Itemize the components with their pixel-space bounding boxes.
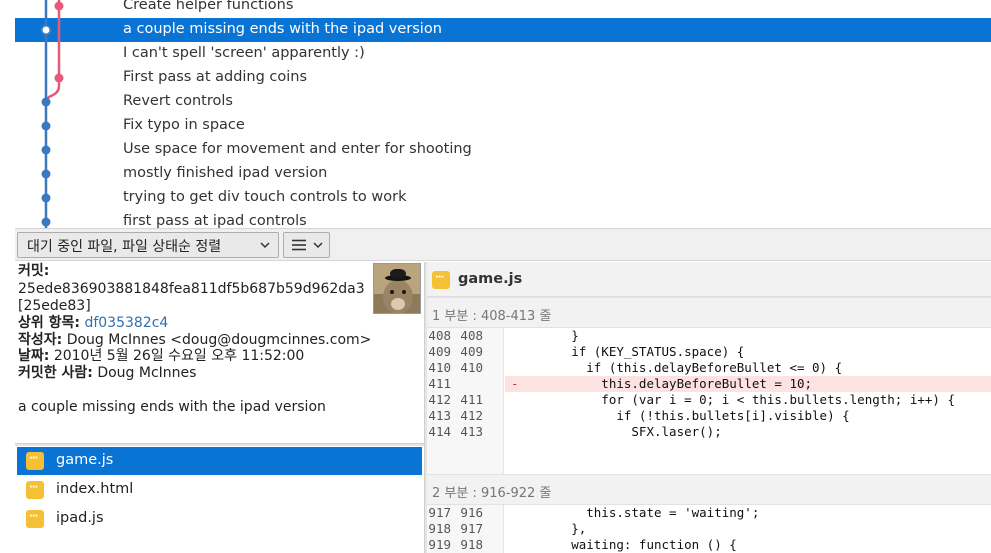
window-left-edge (0, 0, 15, 553)
diff-line: 408 408 } (428, 328, 579, 343)
diff-line: 918 917 }, (428, 521, 587, 536)
file-row[interactable]: ··· ipad.js (17, 505, 422, 533)
commit-message: a couple missing ends with the ipad vers… (123, 21, 442, 37)
chevron-down-icon (313, 242, 323, 249)
diff-line: 409 409 if (KEY_STATUS.space) { (428, 344, 745, 359)
date-value: 2010년 5월 26일 수요일 오후 11:52:00 (53, 348, 305, 364)
diff-file-header: ··· game.js (427, 262, 991, 297)
commit-message: Create helper functions (123, 0, 294, 13)
commit-message: Revert controls (123, 93, 233, 109)
file-toolbar: 대기 중인 파일, 파일 상태순 정렬 (15, 228, 991, 261)
commit-row[interactable]: I can't spell 'screen' apparently :) (15, 42, 991, 66)
modified-file-icon: ··· (26, 452, 44, 470)
file-name: ipad.js (56, 510, 104, 526)
file-row-selected[interactable]: ··· game.js (17, 447, 422, 475)
diff-line: 410 410 if (this.delayBeforeBullet <= 0) … (428, 360, 843, 375)
commit-full-message: a couple missing ends with the ipad vers… (18, 399, 326, 415)
commit-message: I can't spell 'screen' apparently :) (123, 45, 365, 61)
commit-row[interactable]: Fix typo in space (15, 114, 991, 138)
hunk-header-text: 2 부분 : 916-922 줄 (432, 486, 552, 501)
parent-label: 상위 항목: (18, 315, 80, 331)
file-row[interactable]: ··· index.html (17, 476, 422, 504)
modified-file-icon: ··· (26, 481, 44, 499)
file-name: index.html (56, 481, 134, 497)
commit-row[interactable]: first pass at ipad controls (15, 210, 991, 228)
hunk-header: 2 부분 : 916-922 줄 (427, 474, 991, 505)
diff-line: 414 413 SFX.laser(); (428, 424, 722, 439)
file-name: game.js (56, 452, 114, 468)
hunk-header: 1 부분 : 408-413 줄 (427, 297, 991, 328)
committer-value: Doug McInnes (97, 365, 197, 381)
commit-label: 커밋: (18, 263, 50, 279)
commit-row[interactable]: Create helper functions (15, 0, 991, 18)
hunk-header-text: 1 부분 : 408-413 줄 (432, 309, 552, 324)
hunk-body: 408 408 } 409 409 if (KEY_STATUS.space) { … (427, 328, 991, 474)
parent-commit-link[interactable]: df035382c4 (84, 315, 168, 331)
modified-file-icon: ··· (26, 510, 44, 528)
diff-line-removed: - this.delayBeforeBullet = 10; (505, 376, 991, 392)
commit-message: Fix typo in space (123, 117, 245, 133)
date-label: 날짜: (18, 348, 50, 364)
author-value: Doug McInnes <doug@dougmcinnes.com> (66, 332, 372, 348)
author-avatar (373, 263, 421, 314)
commit-row-selected[interactable]: a couple missing ends with the ipad vers… (15, 18, 991, 42)
diff-line: 412 411 for (var i = 0; i < this.bullets.… (428, 392, 956, 407)
commit-row[interactable]: First pass at adding coins (15, 66, 991, 90)
commit-list: Create helper functions a couple missing… (15, 0, 991, 228)
diff-file-name: game.js (458, 271, 523, 287)
commit-short-hash: [25ede83] (18, 298, 91, 314)
commit-details-panel: 커밋: 25ede836903881848fea811df5b687b59d96… (15, 262, 424, 443)
changed-files-list: ··· game.js ··· index.html ··· ipad.js (15, 446, 424, 553)
commit-row[interactable]: trying to get div touch controls to work (15, 186, 991, 210)
commit-hash: 25ede836903881848fea811df5b687b59d962da3 (18, 281, 365, 297)
file-sort-dropdown[interactable]: 대기 중인 파일, 파일 상태순 정렬 (17, 232, 279, 258)
hunk-body: 917 916 this.state = 'waiting'; 918 917 },… (427, 505, 991, 553)
modified-file-icon: ··· (432, 271, 450, 289)
diff-line: 919 918 waiting: function () { (428, 537, 737, 552)
commit-row[interactable]: mostly finished ipad version (15, 162, 991, 186)
list-icon (292, 239, 306, 251)
committer-label: 커밋한 사람: (18, 365, 93, 381)
author-label: 작성자: (18, 332, 63, 348)
file-sort-label: 대기 중인 파일, 파일 상태순 정렬 (27, 239, 222, 255)
diff-line-number: 411 (428, 376, 451, 391)
commit-message: First pass at adding coins (123, 69, 308, 85)
commit-message: Use space for movement and enter for sho… (123, 141, 472, 157)
diff-panel: ··· game.js 1 부분 : 408-413 줄 408 408 } 40… (427, 262, 991, 553)
commit-message: mostly finished ipad version (123, 165, 328, 181)
commit-message: first pass at ipad controls (123, 213, 307, 228)
diff-line: 413 412 if (!this.bullets[i].visible) { (428, 408, 850, 423)
diff-line: 917 916 this.state = 'waiting'; (428, 505, 760, 520)
chevron-down-icon (260, 242, 270, 249)
commit-message: trying to get div touch controls to work (123, 189, 407, 205)
commit-row[interactable]: Use space for movement and enter for sho… (15, 138, 991, 162)
view-mode-dropdown[interactable] (283, 232, 330, 258)
commit-row[interactable]: Revert controls (15, 90, 991, 114)
